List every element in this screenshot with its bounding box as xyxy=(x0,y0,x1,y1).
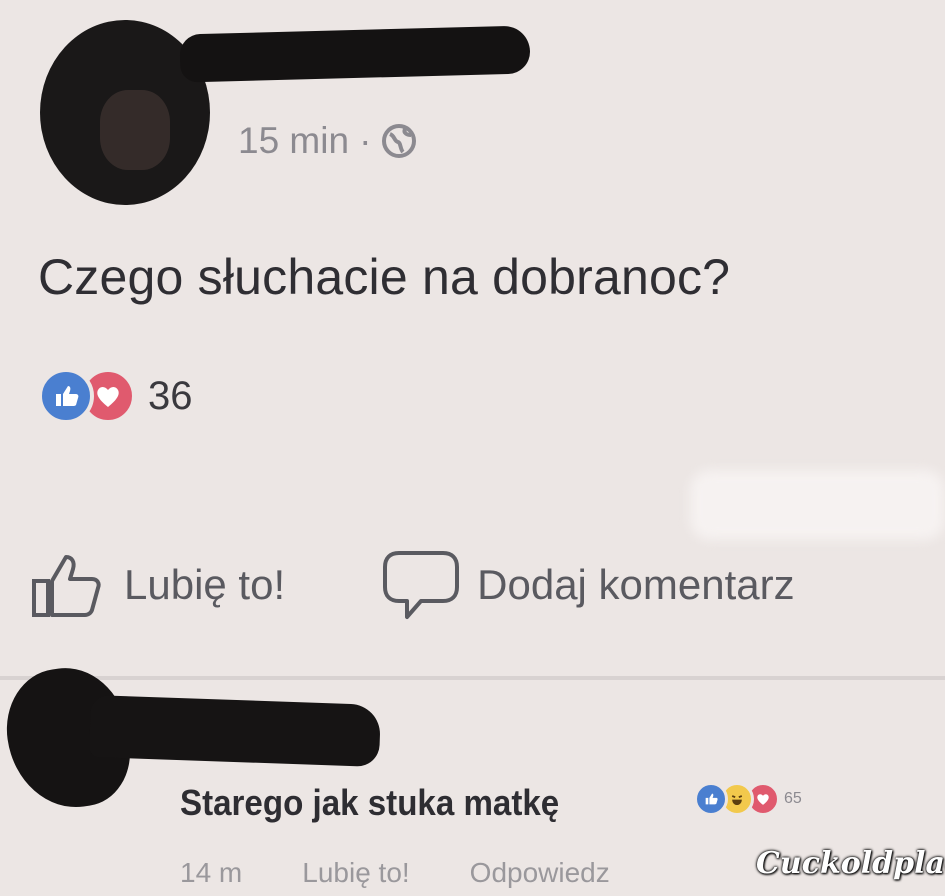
blurred-area xyxy=(690,470,945,540)
post-author-name-redacted xyxy=(179,25,531,83)
speech-bubble-icon xyxy=(383,551,460,619)
comment-label: Dodaj komentarz xyxy=(477,561,795,608)
avatar-detail xyxy=(100,90,170,170)
like-icon xyxy=(694,782,728,816)
post-reactions[interactable]: 36 xyxy=(38,368,193,424)
thumbs-up-icon xyxy=(32,555,101,617)
comment-like-link[interactable]: Lubię to! xyxy=(302,857,409,889)
comment-button[interactable]: Dodaj komentarz xyxy=(381,545,795,625)
post-timestamp[interactable]: 15 min xyxy=(238,120,349,162)
comment-reply-link[interactable]: Odpowiedz xyxy=(470,857,610,889)
post-meta: 15 min · xyxy=(238,120,417,162)
comment-timestamp[interactable]: 14 m xyxy=(180,857,242,889)
comment-author-name-redacted xyxy=(89,694,381,768)
post-action-bar: Lubię to! Dodaj komentarz xyxy=(28,540,945,630)
like-icon xyxy=(38,368,94,424)
comment-reaction-count: 65 xyxy=(784,790,802,807)
like-label: Lubię to! xyxy=(124,561,286,608)
globe-icon xyxy=(382,124,417,158)
comment-actions: 14 m Lubię to! Odpowiedz xyxy=(180,857,610,889)
divider xyxy=(0,676,945,680)
reaction-count: 36 xyxy=(148,373,193,418)
like-button[interactable]: Lubię to! xyxy=(28,545,285,625)
comment-text: Starego jak stuka matkę xyxy=(180,782,560,823)
meta-separator: · xyxy=(359,120,372,161)
comment-reactions[interactable]: 65 xyxy=(694,782,802,816)
post-text: Czego słuchacie na dobranoc? xyxy=(38,249,731,305)
watermark: Cuckoldplace xyxy=(756,846,945,881)
